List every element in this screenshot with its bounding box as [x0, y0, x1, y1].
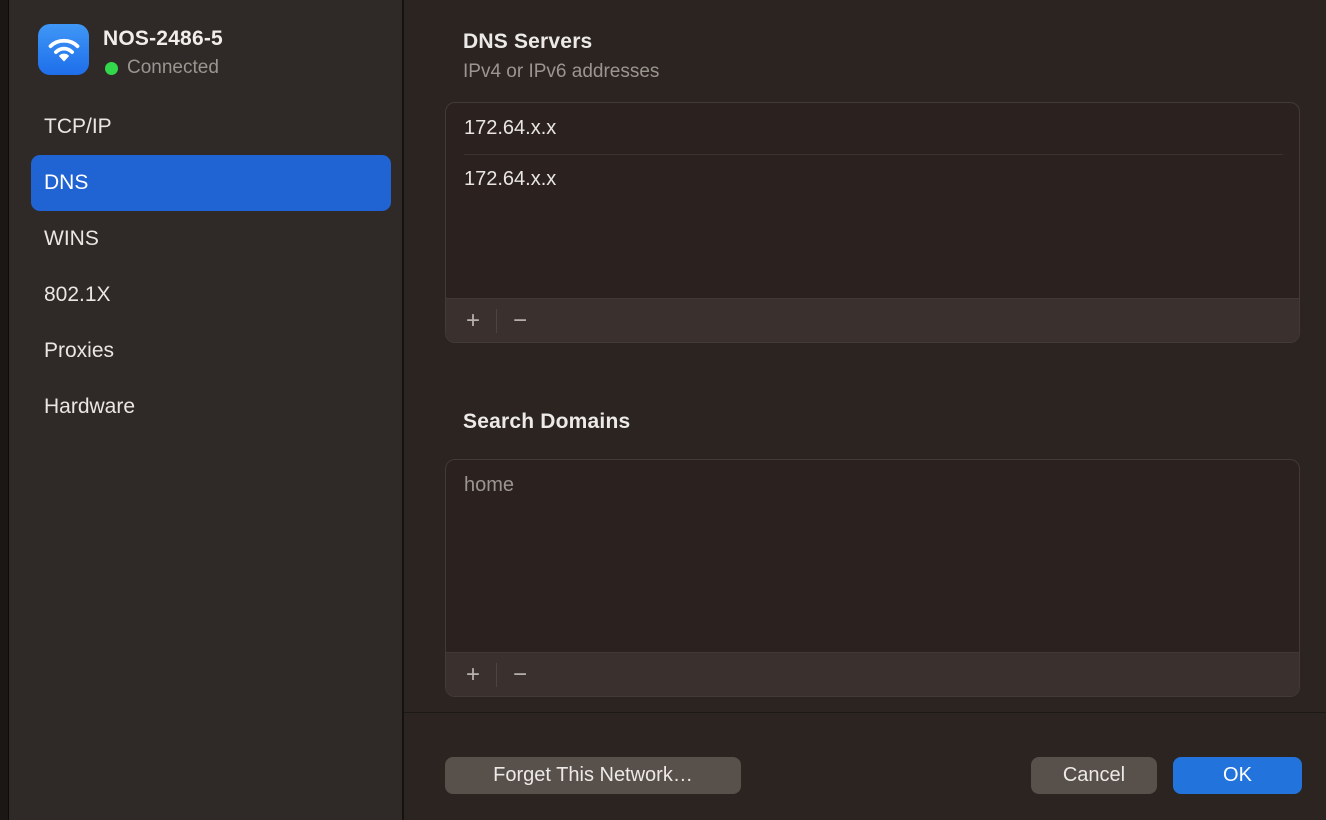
add-search-domain-button[interactable]: + — [456, 658, 490, 692]
footer-divider — [404, 712, 1326, 713]
search-domains-list: home + − — [445, 459, 1300, 697]
dns-servers-title: DNS Servers — [463, 30, 592, 54]
cancel-button[interactable]: Cancel — [1031, 757, 1157, 794]
dns-server-value: 172.64.x.x — [464, 168, 556, 191]
search-domains-toolbar: + − — [446, 652, 1299, 696]
dns-server-entry[interactable]: 172.64.x.x — [446, 154, 1299, 205]
network-name: NOS-2486-5 — [103, 27, 223, 51]
ok-button[interactable]: OK — [1173, 757, 1302, 794]
search-domain-value: home — [464, 474, 514, 497]
remove-dns-server-button[interactable]: − — [503, 304, 537, 338]
sidebar-item-label: Proxies — [44, 339, 114, 363]
sidebar-item-wins[interactable]: WINS — [31, 211, 391, 267]
search-domains-rows: home — [446, 460, 1299, 652]
toolbar-separator — [496, 663, 497, 687]
main-panel: DNS Servers IPv4 or IPv6 addresses 172.6… — [404, 0, 1326, 820]
dns-servers-rows: 172.64.x.x 172.64.x.x — [446, 103, 1299, 298]
status-text: Connected — [127, 57, 219, 79]
sidebar-item-hardware[interactable]: Hardware — [31, 379, 391, 435]
toolbar-separator — [496, 309, 497, 333]
sidebar-item-label: Hardware — [44, 395, 135, 419]
sidebar-item-proxies[interactable]: Proxies — [31, 323, 391, 379]
green-status-dot-icon — [105, 62, 118, 75]
screen-edge-strip — [0, 0, 9, 820]
search-domain-entry[interactable]: home — [446, 460, 1299, 511]
dns-servers-toolbar: + − — [446, 298, 1299, 342]
network-header: NOS-2486-5 Connected — [9, 0, 402, 96]
sidebar-item-label: DNS — [44, 171, 88, 195]
sidebar-item-8021x[interactable]: 802.1X — [31, 267, 391, 323]
remove-search-domain-button[interactable]: − — [503, 658, 537, 692]
sidebar: NOS-2486-5 Connected TCP/IP DNS WINS 802… — [9, 0, 402, 820]
dns-servers-list: 172.64.x.x 172.64.x.x + − — [445, 102, 1300, 343]
forget-network-button[interactable]: Forget This Network… — [445, 757, 741, 794]
network-status: Connected — [105, 57, 219, 79]
wifi-icon — [38, 24, 89, 75]
dns-servers-subtitle: IPv4 or IPv6 addresses — [463, 61, 659, 83]
add-dns-server-button[interactable]: + — [456, 304, 490, 338]
sidebar-nav: TCP/IP DNS WINS 802.1X Proxies Hardware — [31, 99, 391, 435]
sidebar-item-label: 802.1X — [44, 283, 111, 307]
sidebar-item-dns[interactable]: DNS — [31, 155, 391, 211]
dns-server-value: 172.64.x.x — [464, 117, 556, 140]
dns-server-entry[interactable]: 172.64.x.x — [446, 103, 1299, 154]
sidebar-item-label: WINS — [44, 227, 99, 251]
search-domains-title: Search Domains — [463, 410, 630, 434]
sidebar-item-tcpip[interactable]: TCP/IP — [31, 99, 391, 155]
sidebar-item-label: TCP/IP — [44, 115, 112, 139]
